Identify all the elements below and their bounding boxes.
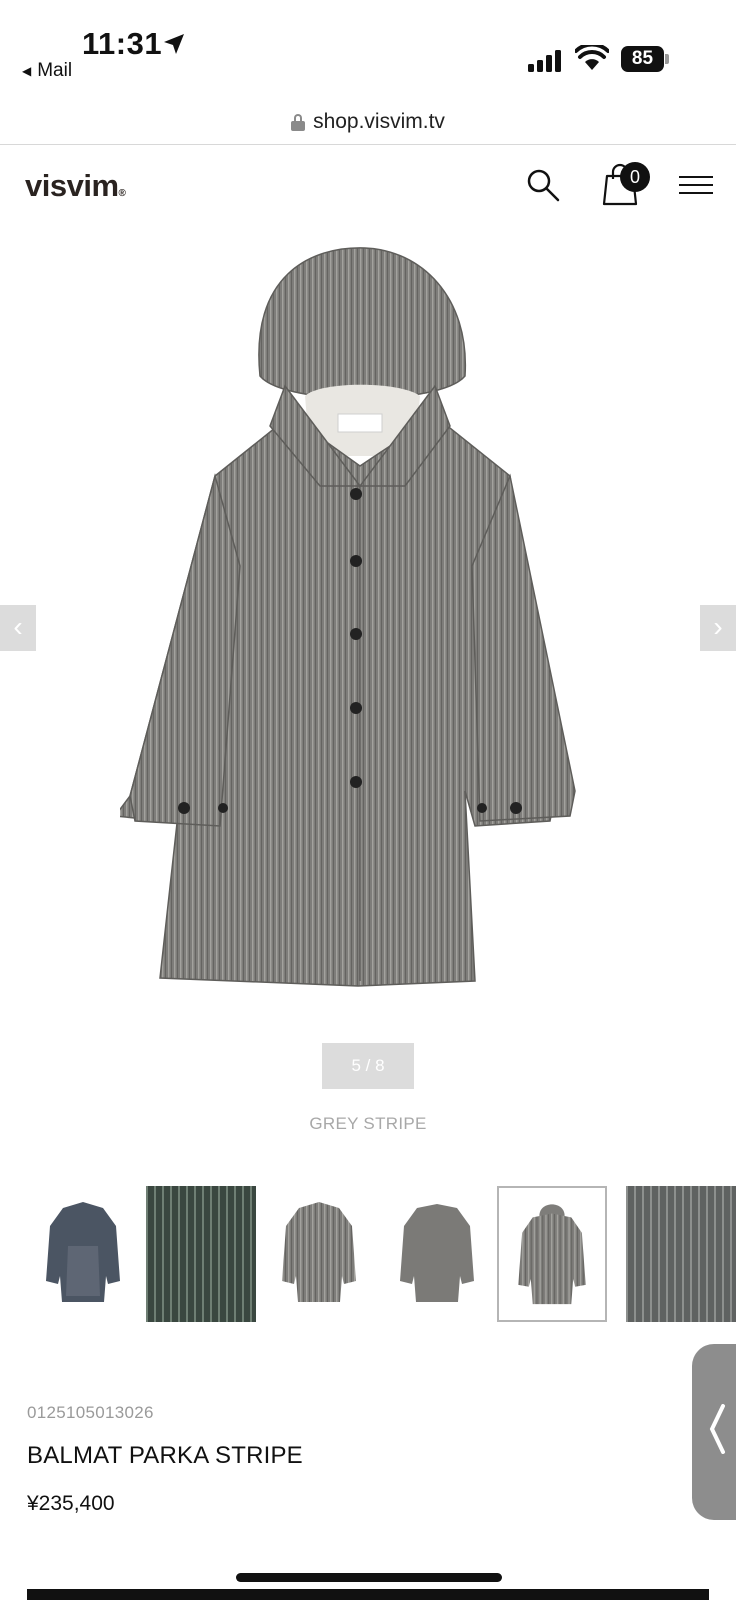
product-name: BALMAT PARKA STRIPE [27, 1442, 303, 1469]
menu-icon[interactable] [679, 176, 713, 194]
wifi-icon [575, 45, 609, 70]
side-drawer-tab[interactable] [692, 1344, 736, 1520]
status-time: 11:31 [82, 26, 163, 61]
image-counter: 5 / 8 [322, 1043, 414, 1089]
product-sku: 0125105013026 [27, 1403, 154, 1422]
product-main-image[interactable] [120, 236, 600, 1006]
location-arrow-icon [164, 34, 184, 54]
thumbnail-1[interactable] [28, 1186, 138, 1322]
color-name: GREY STRIPE [309, 1114, 427, 1133]
thumbnail-5-active[interactable] [497, 1186, 607, 1322]
previous-image-button[interactable]: ‹ [0, 605, 36, 651]
status-bar: 11:31 ◀ Mail 85 [0, 0, 736, 100]
back-triangle-icon: ◀ [22, 64, 32, 78]
thumbnail-strip [0, 1184, 736, 1324]
battery-level: 85 [621, 46, 664, 72]
address-bar[interactable]: shop.visvim.tv [0, 100, 736, 145]
site-logo[interactable]: visvim® [25, 168, 126, 204]
thumbnail-6[interactable] [626, 1186, 736, 1322]
back-app-label: Mail [37, 60, 73, 81]
logo-text: visvim [25, 168, 119, 203]
search-icon[interactable] [526, 168, 560, 202]
lock-icon [291, 113, 306, 131]
battery-icon: 85 [621, 46, 669, 72]
back-to-app-button[interactable]: ◀ Mail [22, 60, 72, 82]
logo-registered-mark: ® [118, 188, 126, 199]
chevron-left-icon [709, 1404, 725, 1454]
thumbnail-4[interactable] [382, 1186, 492, 1322]
cart-count-badge: 0 [620, 162, 650, 192]
product-image-gallery: ‹ › [0, 226, 736, 1026]
site-header: visvim® 0 [0, 146, 736, 226]
signal-icon [528, 48, 564, 72]
bottom-button-edge[interactable] [27, 1589, 709, 1600]
thumbnail-3[interactable] [264, 1186, 374, 1322]
url-text: shop.visvim.tv [313, 110, 445, 133]
thumbnail-2[interactable] [146, 1186, 256, 1322]
next-image-button[interactable]: › [700, 605, 736, 651]
product-price: ¥235,400 [27, 1492, 115, 1515]
home-indicator [236, 1573, 502, 1582]
